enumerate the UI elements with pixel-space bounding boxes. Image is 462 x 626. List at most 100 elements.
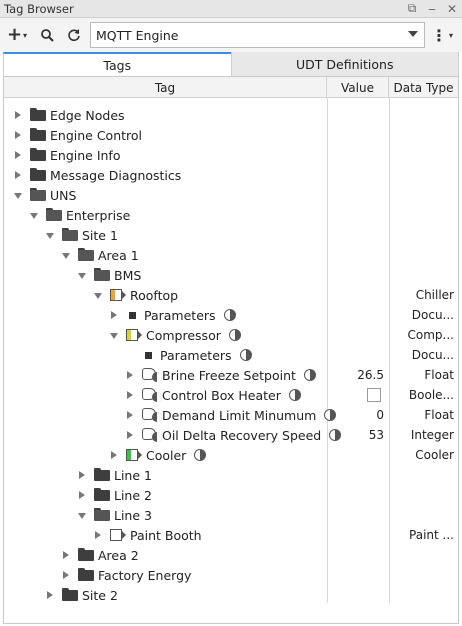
horizontal-scroll-area[interactable]	[4, 603, 458, 623]
tag-datatype	[390, 545, 458, 565]
udt-instance-icon	[110, 289, 126, 302]
tree-row[interactable]: Message Diagnostics	[4, 165, 458, 185]
tag-value[interactable]	[328, 345, 388, 365]
tree-row[interactable]: Demand Limit Minumum 0 Float	[4, 405, 458, 425]
overlay-status-icon	[240, 349, 252, 361]
tag-datatype	[390, 485, 458, 505]
tree-row[interactable]: Edge Nodes	[4, 105, 458, 125]
expand-arrow-icon[interactable]	[79, 471, 85, 479]
expand-arrow-icon[interactable]	[63, 551, 69, 559]
tag-name: Enterprise	[66, 207, 131, 223]
folder-icon	[30, 168, 46, 181]
expand-arrow-icon[interactable]	[111, 451, 117, 459]
tree-row[interactable]: Line 2	[4, 485, 458, 505]
tree-row[interactable]: Area 2	[4, 545, 458, 565]
close-icon[interactable]: ✕	[442, 2, 462, 16]
tag-value[interactable]	[328, 465, 388, 485]
tag-provider-select[interactable]: MQTT Engine	[90, 22, 425, 48]
expand-arrow-icon[interactable]	[95, 531, 101, 539]
tree-row[interactable]: Control Box Heater Boole...	[4, 385, 458, 405]
tree-row[interactable]: Parameters Docu...	[4, 345, 458, 365]
collapse-arrow-icon[interactable]	[94, 293, 102, 299]
tag-value[interactable]	[328, 125, 388, 145]
collapse-arrow-icon[interactable]	[46, 233, 54, 239]
tree-row[interactable]: Site 1	[4, 225, 458, 245]
expand-arrow-icon[interactable]	[127, 431, 133, 439]
collapse-arrow-icon[interactable]	[78, 273, 86, 279]
tag-datatype	[390, 565, 458, 585]
tag-name: Message Diagnostics	[50, 167, 182, 183]
tag-value[interactable]: 26.5	[328, 365, 388, 385]
tag-value[interactable]	[328, 305, 388, 325]
folder-icon	[78, 548, 94, 561]
tree-row[interactable]: Factory Energy	[4, 565, 458, 585]
restore-icon[interactable]: ⧉	[402, 1, 422, 16]
tag-name: Rooftop	[130, 287, 179, 303]
add-tag-button[interactable]: + ▾	[4, 22, 30, 48]
tree-row[interactable]: Enterprise	[4, 205, 458, 225]
tag-value[interactable]	[328, 285, 388, 305]
expand-arrow-icon[interactable]	[15, 131, 21, 139]
more-options-button[interactable]: ⋮ ▾	[430, 22, 454, 48]
search-button[interactable]	[36, 22, 58, 48]
expand-arrow-icon[interactable]	[127, 371, 133, 379]
tag-value[interactable]	[328, 245, 388, 265]
tag-value[interactable]	[328, 545, 388, 565]
refresh-button[interactable]	[63, 22, 85, 48]
expand-arrow-icon[interactable]	[15, 151, 21, 159]
tree-row[interactable]: Oil Delta Recovery Speed 53 Integer	[4, 425, 458, 445]
tree-row[interactable]: Engine Control	[4, 125, 458, 145]
minimize-icon[interactable]: ‒	[422, 2, 442, 16]
opc-tag-icon	[142, 428, 162, 442]
collapse-arrow-icon[interactable]	[110, 333, 118, 339]
tree-row[interactable]: Parameters Docu...	[4, 305, 458, 325]
expand-arrow-icon[interactable]	[111, 311, 117, 319]
expand-arrow-icon[interactable]	[127, 411, 133, 419]
expand-arrow-icon[interactable]	[47, 591, 53, 599]
tree-row[interactable]: Line 3	[4, 505, 458, 525]
tag-value[interactable]: 53	[328, 425, 388, 445]
tag-value[interactable]	[328, 145, 388, 165]
tree-row[interactable]: Paint Booth Paint ...	[4, 525, 458, 545]
tag-value[interactable]	[328, 225, 388, 245]
tree-row[interactable]: UNS	[4, 185, 458, 205]
tab-tags[interactable]: Tags	[3, 52, 231, 76]
tag-value[interactable]	[328, 185, 388, 205]
tree-row[interactable]: Brine Freeze Setpoint 26.5 Float	[4, 365, 458, 385]
tag-value[interactable]	[328, 165, 388, 185]
tab-udt-definitions[interactable]: UDT Definitions	[230, 52, 459, 76]
column-header-datatype[interactable]: Data Type	[389, 77, 458, 98]
tag-value[interactable]	[328, 585, 388, 605]
tag-value[interactable]	[328, 525, 388, 545]
tag-value[interactable]	[328, 205, 388, 225]
tag-value[interactable]	[328, 505, 388, 525]
tag-value[interactable]	[328, 445, 388, 465]
collapse-arrow-icon[interactable]	[62, 253, 70, 259]
tree-row[interactable]: Cooler Cooler	[4, 445, 458, 465]
expand-arrow-icon[interactable]	[79, 491, 85, 499]
collapse-arrow-icon[interactable]	[14, 193, 22, 199]
tag-value[interactable]	[328, 485, 388, 505]
expand-arrow-icon[interactable]	[63, 571, 69, 579]
column-header-tag[interactable]: Tag	[4, 77, 327, 98]
tree-row[interactable]: Engine Info	[4, 145, 458, 165]
collapse-arrow-icon[interactable]	[30, 213, 38, 219]
tree-row[interactable]: Area 1	[4, 245, 458, 265]
tag-value[interactable]	[328, 265, 388, 285]
expand-arrow-icon[interactable]	[15, 171, 21, 179]
expand-arrow-icon[interactable]	[15, 111, 21, 119]
tag-value[interactable]	[328, 105, 388, 125]
boolean-checkbox[interactable]	[367, 388, 381, 402]
tag-value[interactable]	[328, 325, 388, 345]
tag-value[interactable]	[328, 565, 388, 585]
collapse-arrow-icon[interactable]	[78, 513, 86, 519]
tree-row[interactable]: BMS	[4, 265, 458, 285]
column-header-value[interactable]: Value	[327, 77, 389, 98]
tag-name: Brine Freeze Setpoint	[162, 367, 296, 383]
tree-row[interactable]: Rooftop Chiller	[4, 285, 458, 305]
tree-row[interactable]: Line 1	[4, 465, 458, 485]
expand-arrow-icon[interactable]	[127, 391, 133, 399]
tree-row[interactable]: Compressor Comp...	[4, 325, 458, 345]
tag-value[interactable]: 0	[328, 405, 388, 425]
tree-row[interactable]: Site 2	[4, 585, 458, 605]
